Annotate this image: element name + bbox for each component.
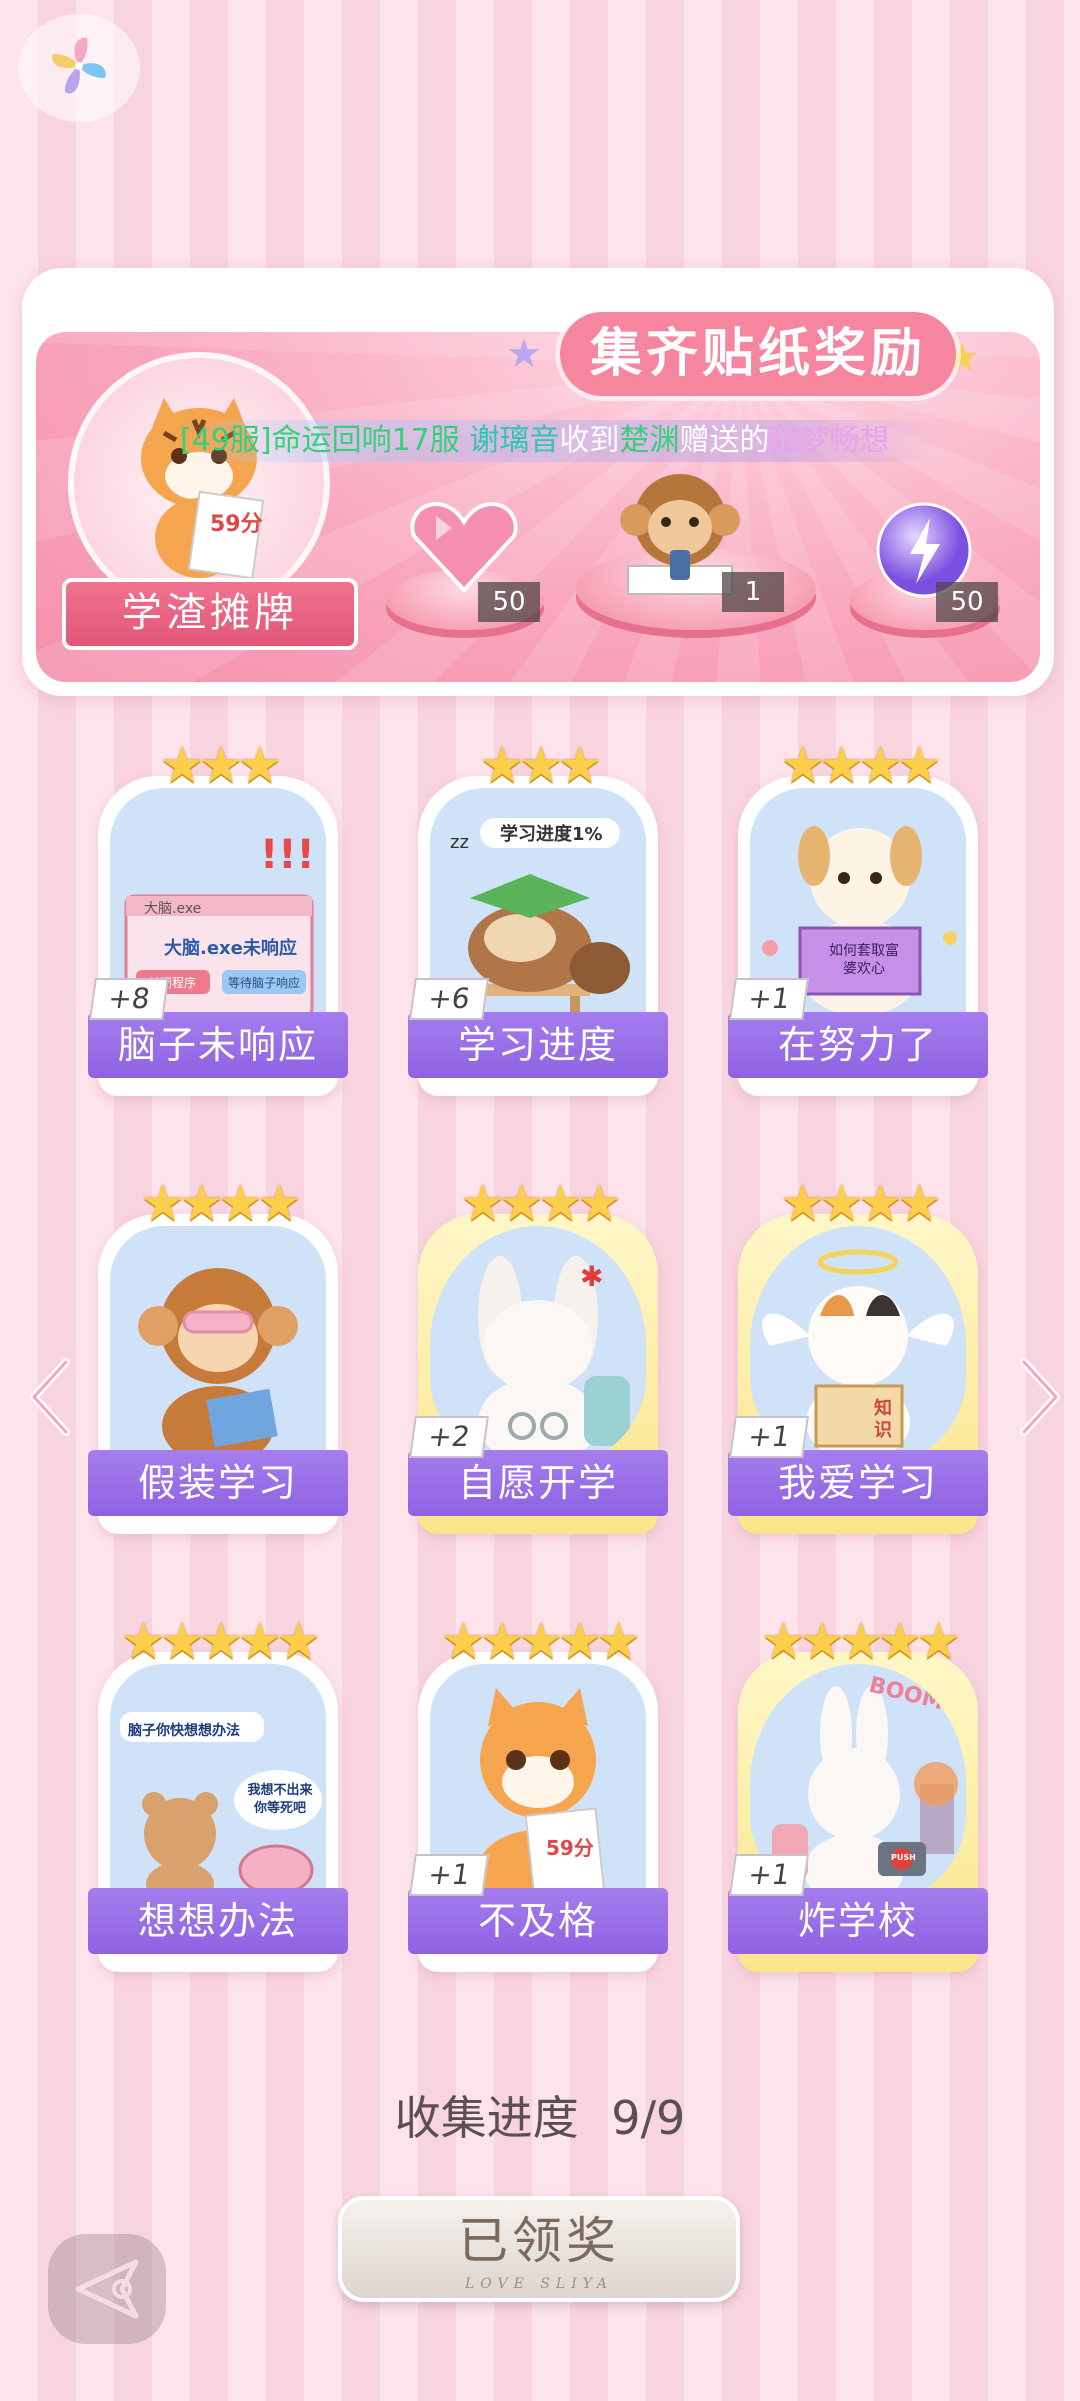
star-deco-icon: ★ bbox=[506, 331, 542, 377]
claimed-button[interactable]: 已领奖 LOVE SLIYA bbox=[338, 2196, 740, 2302]
sticker-name: 自愿开学 bbox=[408, 1450, 668, 1516]
marquee-verb: 收到 bbox=[559, 423, 620, 458]
sticker-count-badge: +1 bbox=[729, 1854, 809, 1896]
sticker-card[interactable]: zz 学习进度1% ★★★ 学习进度 +6 bbox=[408, 736, 668, 1096]
marquee-giver: 楚渊 bbox=[619, 423, 680, 458]
claimed-sublabel: LOVE SLIYA bbox=[465, 2276, 613, 2292]
star-rating: ★★★★ bbox=[780, 1174, 941, 1232]
reward-count: 50 bbox=[936, 582, 998, 622]
progress-label: 收集进度 bbox=[394, 2091, 579, 2145]
push-button-text: PUSH bbox=[891, 1853, 916, 1862]
sticker-name: 我爱学习 bbox=[728, 1450, 988, 1516]
sticker-card[interactable]: ✱ ★★★★ 自愿开学 +2 bbox=[408, 1174, 668, 1534]
reward-count: 1 bbox=[722, 572, 784, 612]
book-text: 知识 bbox=[874, 1398, 892, 1441]
marquee-sender: 命运回响17服 bbox=[271, 423, 460, 458]
sticker-name: 假装学习 bbox=[88, 1450, 348, 1516]
featured-sticker-label: 学渣摊牌 bbox=[62, 578, 358, 650]
sticker-name: 在努力了 bbox=[728, 1012, 988, 1078]
sticker-card[interactable]: 脑子你快想想办法 我想不出来你等死吧 ★★★★★ 想想办法 bbox=[88, 1612, 348, 1972]
sticker-card[interactable]: 如何套取富婆欢心 ★★★★ 在努力了 +1 bbox=[728, 736, 988, 1096]
dialog-title: 大脑.exe bbox=[144, 901, 202, 917]
sticker-count-badge: +1 bbox=[729, 1416, 809, 1458]
broadcast-marquee: [49服]命运回响17服 谢璃音收到楚渊赠送的甜梦畅想 bbox=[180, 420, 940, 462]
sticker-name: 学习进度 bbox=[408, 1012, 668, 1078]
star-rating: ★★★ bbox=[479, 736, 602, 794]
tiger-icon bbox=[141, 398, 265, 580]
heart-gem-icon[interactable] bbox=[408, 498, 520, 594]
star-rating: ★★★★ bbox=[780, 736, 941, 794]
banner-title: 集齐贴纸奖励 bbox=[560, 312, 957, 396]
dialog-button-2: 等待脑子响应 bbox=[228, 976, 301, 990]
paper-score-label: 59分 bbox=[210, 512, 263, 537]
svg-text:✱: ✱ bbox=[580, 1260, 603, 1293]
speech-bubble-2: 我想不出来你等死吧 bbox=[247, 1783, 313, 1816]
next-page-arrow-icon[interactable] bbox=[1010, 1352, 1070, 1442]
star-rating: ★★★★★ bbox=[440, 1612, 641, 1670]
marquee-gift: 甜梦畅想 bbox=[769, 423, 890, 458]
sticker-count-badge: +1 bbox=[729, 978, 809, 1020]
collection-progress: 收集进度 9/9 bbox=[0, 2082, 1080, 2148]
star-rating: ★★★★★ bbox=[760, 1612, 961, 1670]
sticker-name: 脑子未响应 bbox=[88, 1012, 348, 1078]
claimed-label: 已领奖 bbox=[458, 2212, 620, 2270]
sticker-card[interactable]: 59分 ★★★★★ 不及格 +1 bbox=[408, 1612, 668, 1972]
dialog-message: 大脑.exe未响应 bbox=[164, 938, 297, 959]
reward-count: 50 bbox=[478, 582, 540, 622]
back-arrow-icon bbox=[75, 2259, 139, 2319]
book-text: 如何套取富婆欢心 bbox=[829, 943, 899, 977]
sticker-name: 想想办法 bbox=[88, 1888, 348, 1954]
progress-tag: 学习进度1% bbox=[500, 824, 603, 845]
sticker-count-badge: +8 bbox=[89, 978, 169, 1020]
progress-value: 9/9 bbox=[611, 2091, 686, 2145]
sticker-art: 脑子你快想想办法 我想不出来你等死吧 bbox=[110, 1664, 326, 1904]
star-rating: ★★★★ bbox=[460, 1174, 621, 1232]
app-logo-button[interactable] bbox=[18, 14, 140, 122]
speech-bubble-1: 脑子你快想想办法 bbox=[128, 1723, 240, 1739]
sticker-name: 不及格 bbox=[408, 1888, 668, 1954]
back-button[interactable] bbox=[48, 2234, 166, 2344]
paper-score-label: 59分 bbox=[546, 1836, 594, 1860]
monkey-icon bbox=[138, 1268, 298, 1466]
sticker-count-badge: +2 bbox=[409, 1416, 489, 1458]
sticker-card[interactable]: BOOM!! PUSH ★★★★★ 炸学校 +1 bbox=[728, 1612, 988, 1972]
star-rating: ★★★★ bbox=[140, 1174, 301, 1232]
sticker-card[interactable]: 知识 ★★★★ 我爱学习 +1 bbox=[728, 1174, 988, 1534]
svg-text:zz: zz bbox=[450, 832, 469, 853]
marquee-action: 赠送的 bbox=[679, 423, 770, 458]
sticker-count-badge: +6 bbox=[409, 978, 489, 1020]
marquee-server: [49服] bbox=[180, 423, 272, 458]
sticker-card[interactable]: !!! 大脑.exe 大脑.exe未响应 关闭程序 等待脑子响应 ★★★ 脑子未… bbox=[88, 736, 348, 1096]
sticker-card[interactable]: ★★★★ 假装学习 bbox=[88, 1174, 348, 1534]
featured-sticker-portrait[interactable]: 59分 bbox=[68, 352, 330, 614]
prev-page-arrow-icon[interactable] bbox=[20, 1352, 80, 1442]
marquee-name: 谢璃音 bbox=[469, 423, 560, 458]
svg-text:!!!: !!! bbox=[260, 832, 315, 878]
sticker-name: 炸学校 bbox=[728, 1888, 988, 1954]
pinwheel-logo-icon bbox=[52, 37, 106, 94]
sticker-art bbox=[110, 1226, 326, 1466]
star-rating: ★★★★★ bbox=[120, 1612, 321, 1670]
sticker-count-badge: +1 bbox=[409, 1854, 489, 1896]
star-rating: ★★★ bbox=[159, 736, 282, 794]
